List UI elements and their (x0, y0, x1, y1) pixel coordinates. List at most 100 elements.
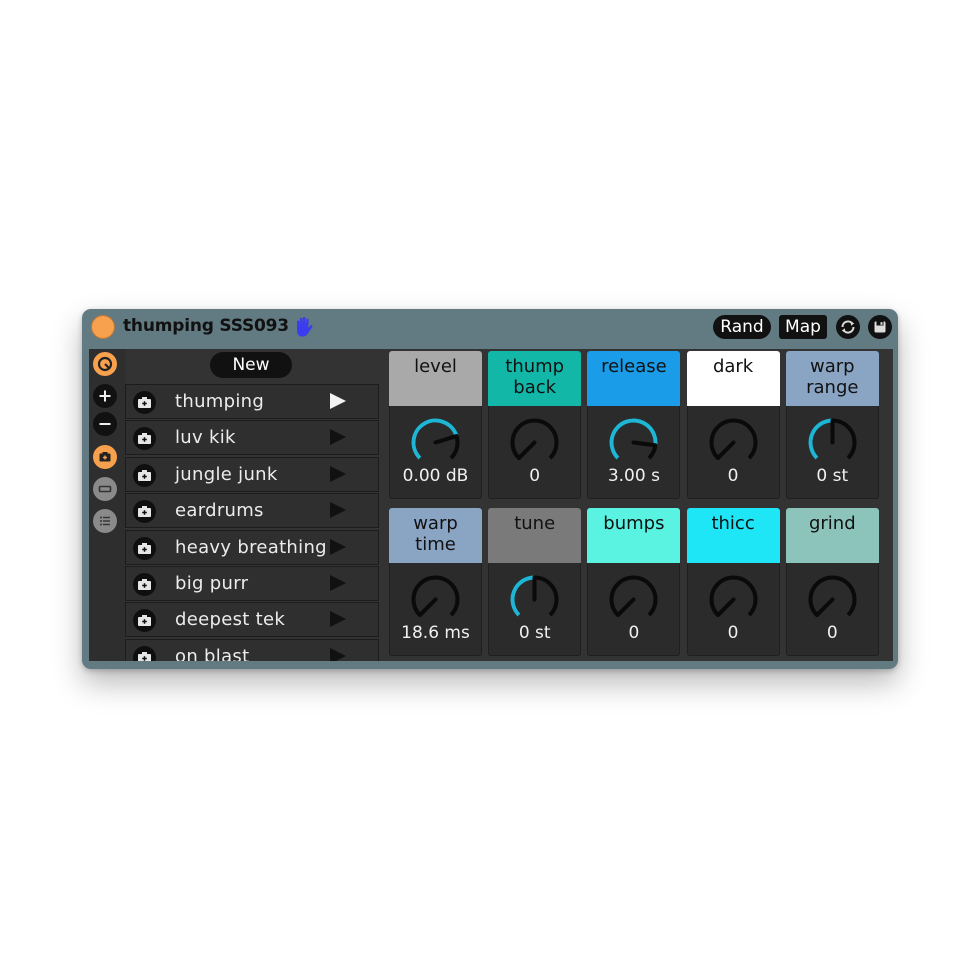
knob-needle (433, 434, 459, 445)
macro-label-line: warp (810, 356, 855, 377)
preset-list[interactable]: thumping luv kik jungle junk eardrums heavy … (125, 384, 379, 661)
macro-label[interactable]: level (389, 351, 482, 406)
camera-icon[interactable] (133, 427, 156, 451)
macro-label[interactable]: thicc (686, 508, 780, 563)
camera-icon[interactable] (133, 391, 156, 414)
camera-icon[interactable] (133, 500, 156, 524)
knob[interactable] (509, 574, 560, 625)
knob-value: 18.6 ms (401, 623, 470, 643)
knob-value-arc (609, 418, 658, 460)
camera-icon[interactable] (133, 609, 156, 633)
knob[interactable] (410, 574, 461, 625)
knob-needle (616, 597, 636, 618)
knob-track (609, 575, 658, 617)
macro-label[interactable]: thump back (488, 351, 582, 406)
new-preset-button[interactable]: New (210, 352, 292, 378)
knob-value: 0 (529, 466, 541, 486)
preset-row[interactable]: heavy breathing (125, 529, 379, 565)
camera-icon[interactable] (133, 572, 156, 596)
macro-knob-cell[interactable]: release 3.00 s (587, 351, 681, 499)
list-icon[interactable] (93, 509, 117, 533)
knob-value: 0 st (518, 623, 551, 643)
macro-knob-cell[interactable]: warp range 0 st (785, 351, 879, 499)
preset-name: big purr (175, 572, 249, 594)
play-icon[interactable] (330, 502, 346, 519)
macro-label[interactable]: bumps (587, 508, 681, 563)
macro-knob-cell[interactable]: grind 0 (785, 508, 879, 656)
knob-value: 3.00 s (607, 466, 660, 486)
camera-icon[interactable] (133, 463, 156, 487)
knob[interactable] (807, 417, 858, 468)
knob[interactable] (807, 574, 858, 625)
preset-name: on blast (175, 645, 250, 661)
macro-label[interactable]: warp range (785, 351, 879, 406)
map-button[interactable]: Map (779, 315, 827, 339)
preset-row[interactable]: thumping (125, 384, 379, 419)
side-toolbar (89, 349, 125, 661)
knob-track (510, 418, 559, 460)
macro-label-line: level (414, 356, 457, 377)
hot-swap-icon[interactable] (93, 352, 117, 376)
knob-value: 0 st (816, 466, 849, 486)
plus-icon[interactable] (93, 384, 117, 408)
play-icon[interactable] (330, 465, 346, 482)
knob-needle (814, 597, 835, 618)
macro-knob-cell[interactable]: level 0.00 dB (389, 351, 482, 499)
rand-button[interactable]: Rand (713, 315, 771, 339)
preset-row[interactable]: luv kik (125, 420, 379, 456)
knob-track (709, 418, 758, 460)
knob-value-arc (510, 575, 535, 617)
preset-name: luv kik (175, 427, 236, 449)
knob-needle (715, 440, 736, 461)
sync-icon[interactable] (836, 315, 860, 339)
preset-row[interactable]: eardrums (125, 493, 379, 529)
play-icon[interactable] (330, 429, 346, 446)
macro-knob-cell[interactable]: dark 0 (686, 351, 780, 499)
camera-icon[interactable] (133, 536, 156, 560)
preset-name: eardrums (175, 500, 264, 522)
knob[interactable] (509, 417, 560, 468)
play-icon[interactable] (330, 647, 346, 661)
camera-icon[interactable] (93, 445, 117, 469)
macro-label[interactable]: warp time (389, 508, 482, 563)
macro-knob-cell[interactable]: thicc 0 (686, 508, 780, 656)
knob-value: 0.00 dB (402, 466, 469, 486)
camera-icon[interactable] (133, 645, 156, 661)
collapse-icon[interactable] (93, 477, 117, 501)
minus-icon[interactable] (93, 412, 117, 436)
play-icon[interactable] (330, 393, 346, 409)
knob-value: 0 (628, 623, 640, 643)
play-icon[interactable] (330, 574, 346, 591)
knob[interactable] (708, 574, 759, 625)
macro-label[interactable]: tune (488, 508, 582, 563)
macro-label-line: warp (413, 513, 458, 534)
macro-label[interactable]: grind (785, 508, 879, 563)
device-power-icon[interactable] (91, 315, 115, 339)
macro-grid: level 0.00 dB thump back 0 release 3.00 s dark 0… (387, 349, 893, 661)
preset-row[interactable]: jungle junk (125, 456, 379, 492)
hand-icon (297, 317, 313, 337)
macro-knob-cell[interactable]: tune 0 st (488, 508, 582, 656)
knob[interactable] (608, 417, 659, 468)
macro-label-line: range (806, 377, 859, 398)
knob-value: 0 (727, 466, 739, 486)
preset-scroll-gutter[interactable] (379, 384, 387, 661)
preset-row[interactable]: on blast (125, 638, 379, 661)
save-icon[interactable] (868, 315, 892, 339)
preset-row[interactable]: big purr (125, 565, 379, 601)
knob[interactable] (708, 417, 759, 468)
preset-name: jungle junk (175, 463, 278, 485)
knob[interactable] (410, 417, 461, 468)
macro-knob-cell[interactable]: warp time 18.6 ms (389, 508, 482, 656)
macro-knob-cell[interactable]: thump back 0 (488, 351, 582, 499)
play-icon[interactable] (330, 538, 346, 555)
knob-needle (517, 440, 537, 461)
knob[interactable] (608, 574, 659, 625)
macro-knob-cell[interactable]: bumps 0 (587, 508, 681, 656)
macro-label-line: dark (712, 356, 754, 377)
macro-label[interactable]: dark (686, 351, 780, 406)
macro-label[interactable]: release (587, 351, 681, 406)
play-icon[interactable] (330, 611, 346, 628)
knob-value: 0 (826, 623, 838, 643)
preset-row[interactable]: deepest tek (125, 602, 379, 638)
